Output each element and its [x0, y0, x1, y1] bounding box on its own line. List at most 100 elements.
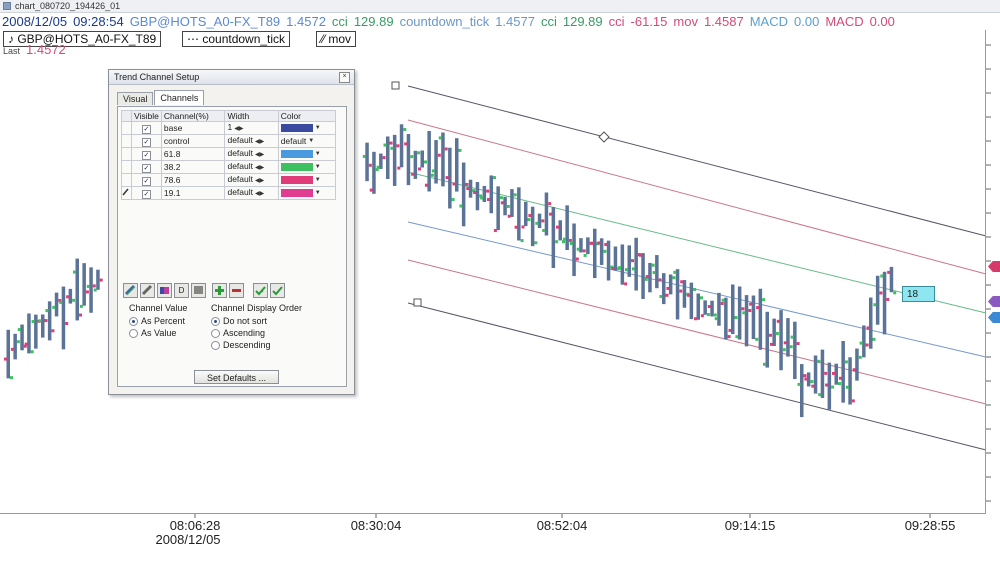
radio-descending[interactable]: Descending: [211, 340, 271, 351]
check-icon[interactable]: [270, 283, 285, 298]
chevron-down-icon[interactable]: ▼: [315, 149, 321, 159]
visible-checkbox[interactable]: ✓: [141, 163, 151, 173]
close-icon[interactable]: ×: [339, 72, 350, 83]
spin-arrows-icon[interactable]: ◀▶: [255, 176, 264, 186]
tick-mark: [775, 331, 779, 335]
tick-mark: [562, 237, 566, 241]
chevron-down-icon[interactable]: ▼: [308, 136, 314, 146]
candle: [372, 151, 376, 194]
list-icon[interactable]: [191, 283, 206, 298]
radio-do-not-sort[interactable]: Do not sort: [211, 316, 267, 327]
channel-cell[interactable]: 78.6: [160, 173, 226, 187]
color-swatch[interactable]: [280, 150, 313, 159]
color-swatch[interactable]: [280, 176, 313, 185]
candle: [737, 286, 742, 340]
tick-mark: [810, 380, 814, 384]
visible-checkbox[interactable]: ✓: [141, 176, 151, 186]
radio-as-percent[interactable]: As Percent: [129, 316, 185, 327]
color-cell[interactable]: ▼: [277, 173, 337, 187]
spin-arrows-icon[interactable]: ◀▶: [255, 189, 264, 199]
chevron-down-icon[interactable]: ▼: [315, 188, 321, 198]
visible-checkbox[interactable]: ✓: [141, 124, 151, 134]
color-cell[interactable]: default ▼: [277, 134, 337, 148]
visible-cell[interactable]: ✓: [131, 134, 162, 148]
chevron-down-icon[interactable]: ▼: [315, 175, 321, 185]
x-tick-label: 08:52:04: [536, 518, 588, 533]
tick-mark: [755, 337, 759, 341]
line-color-icon[interactable]: [123, 283, 138, 298]
tick-mark: [838, 382, 841, 386]
tab-channels[interactable]: Channels: [154, 90, 205, 105]
channel-row[interactable]: ✓ 78.6 default ◀▶ ▼: [121, 173, 337, 187]
channel-row[interactable]: ✓ 38.2 default ◀▶ ▼: [121, 160, 337, 174]
chevron-down-icon[interactable]: ▼: [315, 162, 321, 172]
candle: [386, 136, 390, 180]
tick-mark: [796, 342, 800, 346]
visible-cell[interactable]: ✓: [131, 121, 162, 135]
trend-channel-dialog[interactable]: Trend Channel Setup × Visual Channels Vi…: [108, 69, 355, 395]
candle: [448, 147, 452, 209]
channel-row[interactable]: ✓ 61.8 default ◀▶ ▼: [121, 147, 337, 161]
spin-arrows-icon[interactable]: ◀▶: [255, 137, 264, 147]
line-style-icon[interactable]: [140, 283, 155, 298]
spin-arrows-icon[interactable]: ◀▶: [255, 163, 264, 173]
visible-cell[interactable]: ✓: [131, 173, 162, 187]
set-defaults-button[interactable]: Set Defaults ...: [194, 370, 279, 384]
candle: [34, 314, 38, 349]
add-icon[interactable]: [212, 283, 227, 298]
radio-ascending[interactable]: Ascending: [211, 328, 265, 339]
width-cell[interactable]: default ◀▶: [224, 173, 279, 187]
remove-icon[interactable]: [229, 283, 244, 298]
tick-mark: [410, 155, 414, 159]
tick-mark: [465, 182, 469, 186]
channel-cell[interactable]: 61.8: [160, 147, 226, 161]
tick-mark: [445, 176, 449, 180]
default-button[interactable]: D: [174, 283, 189, 298]
check-all-icon[interactable]: [253, 283, 268, 298]
tick-mark: [665, 293, 669, 297]
tick-mark: [92, 284, 96, 288]
tick-mark: [555, 240, 559, 244]
dialog-titlebar[interactable]: Trend Channel Setup ×: [109, 70, 354, 85]
tick-mark: [424, 160, 427, 164]
color-swatch[interactable]: [280, 163, 313, 172]
color-cell[interactable]: ▼: [277, 121, 337, 135]
tick-mark: [803, 374, 807, 378]
width-cell[interactable]: default ◀▶: [224, 160, 279, 174]
color-swatch[interactable]: [280, 189, 313, 198]
color-cell[interactable]: ▼: [277, 186, 337, 200]
channel-cell[interactable]: base: [160, 121, 226, 135]
candle: [461, 162, 466, 227]
visible-checkbox[interactable]: ✓: [141, 150, 151, 160]
spin-arrows-icon[interactable]: ◀▶: [255, 150, 264, 160]
channel-row[interactable]: ✓ control default ◀▶ default ▼: [121, 134, 337, 148]
candle: [813, 355, 818, 394]
tick-mark: [31, 320, 35, 324]
tick-mark: [851, 399, 855, 403]
radio-as-value[interactable]: As Value: [129, 328, 176, 339]
candle: [558, 220, 562, 241]
fill-color-icon[interactable]: [157, 283, 172, 298]
color-cell[interactable]: ▼: [277, 160, 337, 174]
color-swatch[interactable]: [280, 124, 313, 133]
visible-checkbox[interactable]: ✓: [141, 137, 151, 147]
visible-cell[interactable]: ✓: [131, 147, 162, 161]
tick-mark: [872, 337, 876, 341]
chevron-down-icon[interactable]: ▼: [315, 123, 321, 133]
tab-visual[interactable]: Visual: [117, 92, 154, 105]
color-cell[interactable]: ▼: [277, 147, 337, 161]
channel-row[interactable]: ✓ base 1 ◀▶ ▼: [121, 121, 337, 135]
channel-cell[interactable]: 38.2: [160, 160, 226, 174]
visible-cell[interactable]: ✓: [131, 186, 162, 200]
width-cell[interactable]: default ◀▶: [224, 147, 279, 161]
width-cell[interactable]: default ◀▶: [224, 134, 279, 148]
width-cell[interactable]: 1 ◀▶: [224, 121, 279, 135]
visible-checkbox[interactable]: ✓: [141, 189, 151, 199]
channel-cell[interactable]: control: [160, 134, 226, 148]
visible-cell[interactable]: ✓: [131, 160, 162, 174]
channel-cell[interactable]: 19.1: [160, 186, 226, 200]
spin-arrows-icon[interactable]: ◀▶: [234, 124, 243, 134]
tick-mark: [431, 169, 435, 173]
width-cell[interactable]: default ◀▶: [224, 186, 279, 200]
channel-row[interactable]: ✓ 19.1 default ◀▶ ▼: [121, 186, 337, 200]
